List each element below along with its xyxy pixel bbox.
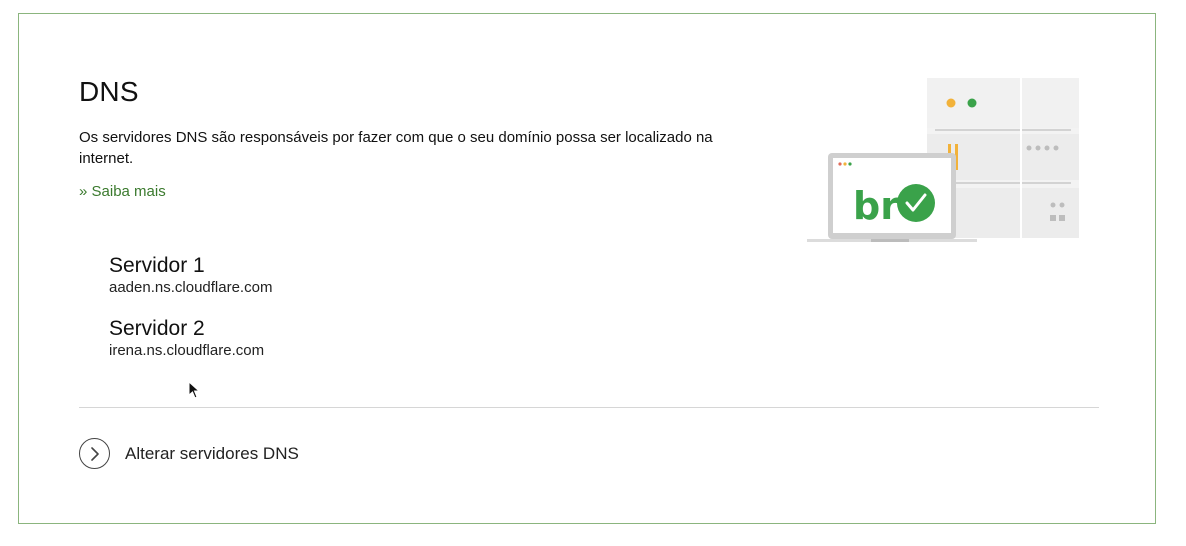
section-divider (79, 407, 1099, 408)
change-dns-servers-button[interactable]: Alterar servidores DNS (79, 438, 299, 469)
dns-server-item: Servidor 1 aaden.ns.cloudflare.com (109, 254, 272, 297)
server-host: aaden.ns.cloudflare.com (109, 279, 273, 296)
change-dns-servers-label: Alterar servidores DNS (125, 443, 299, 463)
server-name: Servidor 2 (109, 317, 205, 340)
server-host: irena.ns.cloudflare.com (109, 342, 265, 359)
dns-server-item: Servidor 2 irena.ns.cloudflare.com (109, 317, 272, 360)
laptop-icon: br (807, 153, 977, 242)
page-title: DNS (79, 76, 139, 107)
svg-text:br: br (853, 184, 899, 228)
learn-more-link[interactable]: » Saiba mais (79, 183, 166, 200)
chevron-right-icon (79, 438, 110, 469)
dns-illustration: br (807, 78, 1079, 242)
dns-card: DNS Os servidores DNS são responsáveis p… (18, 13, 1156, 524)
server-name: Servidor 1 (109, 254, 205, 277)
dns-description: Os servidores DNS são responsáveis por f… (79, 129, 713, 167)
dns-server-list: Servidor 1 aaden.ns.cloudflare.com Servi… (109, 254, 272, 380)
mouse-pointer-icon (188, 381, 200, 399)
